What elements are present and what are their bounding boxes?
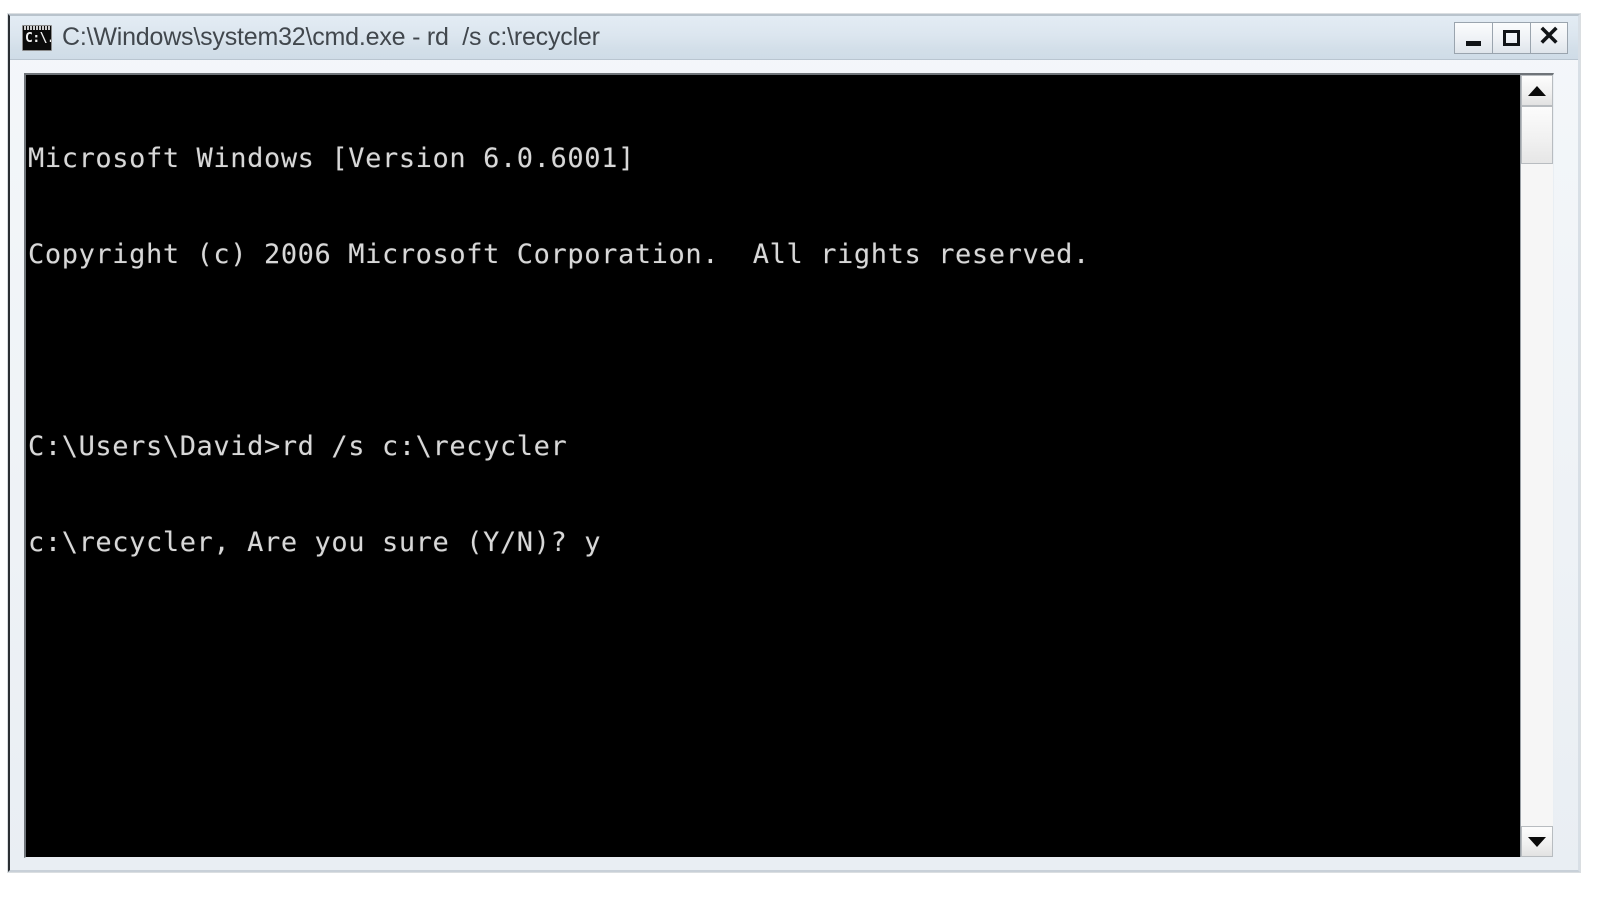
cmd-prompt-icon[interactable]: C:\.	[22, 24, 52, 51]
caption-button-group: ✕	[1454, 21, 1568, 55]
window-title: C:\Windows\system32\cmd.exe - rd /s c:\r…	[62, 23, 600, 51]
console-client-area: Microsoft Windows [Version 6.0.6001] Cop…	[24, 73, 1554, 858]
console-line: Microsoft Windows [Version 6.0.6001]	[28, 143, 635, 174]
scroll-down-button[interactable]	[1521, 826, 1553, 857]
chevron-up-icon	[1528, 85, 1546, 96]
console-line: c:\recycler, Are you sure (Y/N)? y	[28, 527, 602, 558]
scroll-up-button[interactable]	[1521, 75, 1553, 106]
scrollbar-track[interactable]	[1521, 106, 1553, 826]
close-button[interactable]: ✕	[1530, 20, 1568, 54]
console-line: Copyright (c) 2006 Microsoft Corporation…	[28, 239, 1090, 270]
title-bar[interactable]: C:\. C:\Windows\system32\cmd.exe - rd /s…	[10, 16, 1578, 60]
cmd-icon-label: C:\.	[25, 30, 52, 46]
vertical-scrollbar[interactable]	[1520, 75, 1553, 857]
cmd-window: C:\. C:\Windows\system32\cmd.exe - rd /s…	[8, 14, 1580, 872]
chevron-down-icon	[1528, 836, 1546, 847]
maximize-button[interactable]	[1492, 21, 1530, 54]
minimize-button[interactable]	[1454, 21, 1492, 54]
maximize-icon	[1503, 29, 1520, 46]
scrollbar-thumb[interactable]	[1521, 106, 1553, 164]
console-output[interactable]: Microsoft Windows [Version 6.0.6001] Cop…	[26, 75, 1520, 857]
console-line: C:\Users\David>rd /s c:\recycler	[28, 431, 568, 462]
desktop-background: C:\. C:\Windows\system32\cmd.exe - rd /s…	[0, 0, 1600, 900]
cmd-icon-titlestrip	[24, 25, 50, 30]
close-icon: ✕	[1537, 20, 1561, 51]
console-text-block: Microsoft Windows [Version 6.0.6001] Cop…	[28, 79, 1520, 623]
minimize-icon	[1466, 41, 1481, 46]
